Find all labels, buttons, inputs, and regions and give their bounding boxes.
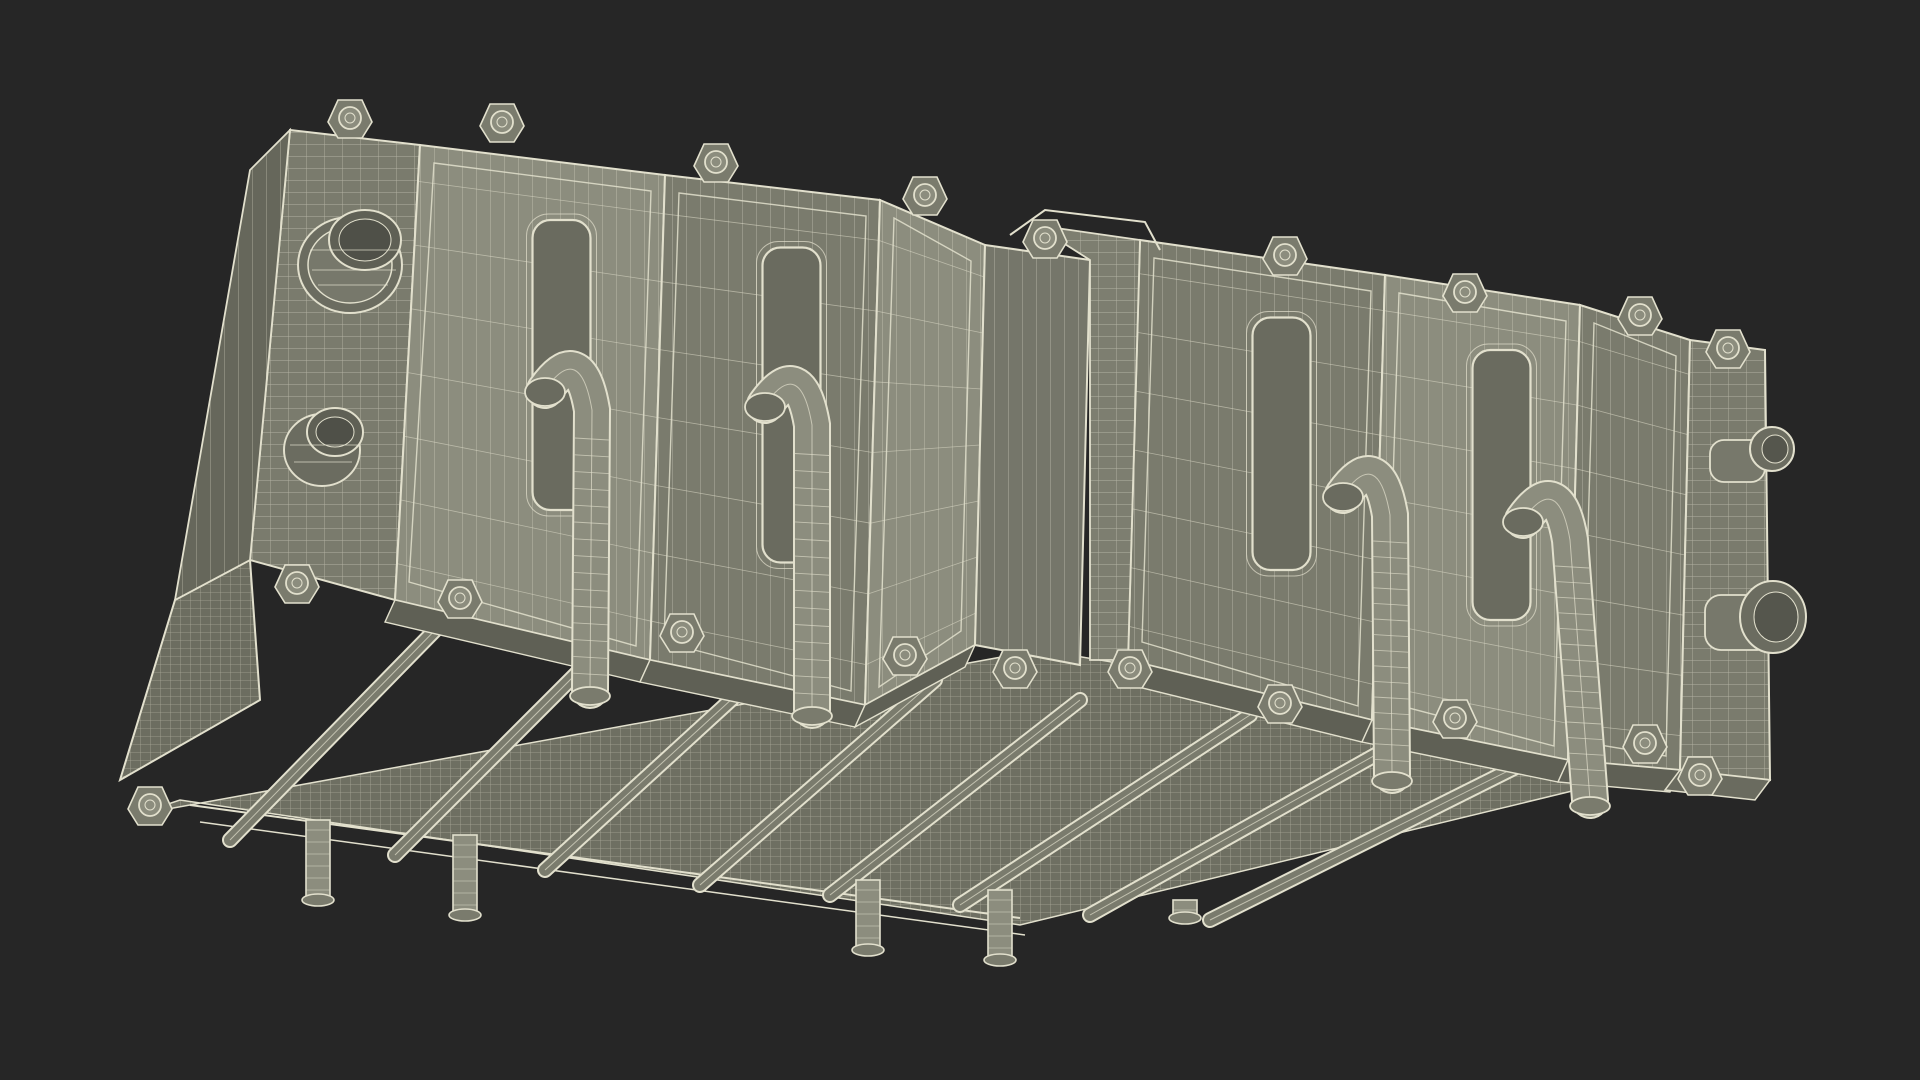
bolt	[127, 786, 173, 826]
bolt	[1705, 329, 1751, 369]
viewport	[0, 0, 1920, 1080]
coolant-slot	[1251, 316, 1312, 572]
bolt	[902, 176, 948, 216]
bolt	[274, 564, 320, 604]
bottom-stud	[301, 819, 335, 907]
bolt	[1257, 684, 1303, 724]
bolt	[992, 649, 1038, 689]
bolt	[1617, 296, 1663, 336]
bottom-stud	[851, 879, 885, 957]
bolt	[882, 636, 928, 676]
bolt	[327, 99, 373, 139]
coolant-slot	[1471, 348, 1532, 622]
bolt	[1677, 756, 1723, 796]
bolt	[437, 579, 483, 619]
bolt	[659, 613, 705, 653]
bolt	[479, 103, 525, 143]
bolt	[1442, 273, 1488, 313]
bolt	[1262, 236, 1308, 276]
wireframe-render	[118, 99, 1807, 967]
bolt	[1432, 699, 1478, 739]
cooling-plate	[384, 143, 667, 683]
bolt	[1622, 724, 1668, 764]
bottom-stud	[448, 834, 482, 922]
bolt	[1107, 649, 1153, 689]
bolt	[1022, 219, 1068, 259]
bolt	[693, 143, 739, 183]
bottom-stud	[1168, 899, 1202, 925]
bottom-stud	[983, 889, 1017, 967]
